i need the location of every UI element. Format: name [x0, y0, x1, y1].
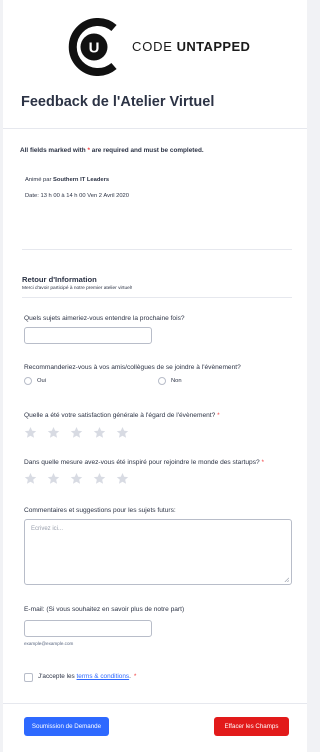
- satisfaction-label: Quelle a été votre satisfaction générale…: [24, 412, 220, 419]
- radio-button[interactable]: [24, 377, 32, 385]
- satisfaction-rating[interactable]: [24, 426, 129, 439]
- recommend-label: Recommanderiez-vous à vos amis/collègues…: [24, 364, 241, 371]
- header-divider: [3, 128, 307, 129]
- host-line: Animé par Southern IT Leaders: [25, 177, 110, 183]
- star-icon[interactable]: [93, 472, 106, 485]
- topics-label: Quels sujets aimeriez-vous entendre la p…: [24, 315, 185, 322]
- email-input[interactable]: [24, 620, 152, 637]
- star-icon[interactable]: [24, 472, 37, 485]
- logo-mark-icon: U: [68, 18, 117, 76]
- star-icon[interactable]: [47, 426, 60, 439]
- terms-checkbox[interactable]: [24, 673, 33, 682]
- clear-button[interactable]: Effacer les Champs: [214, 717, 289, 736]
- topics-input[interactable]: [24, 327, 152, 344]
- radio-button[interactable]: [158, 377, 166, 385]
- form-card: U CODE UNTAPPED Feedback de l'Atelier Vi…: [3, 0, 307, 752]
- star-icon[interactable]: [93, 426, 106, 439]
- radio-oui[interactable]: Oui: [24, 377, 46, 385]
- email-sublabel: example@example.com: [24, 641, 74, 646]
- svg-text:U: U: [89, 40, 100, 57]
- submit-button[interactable]: Soumission de Demande: [24, 717, 109, 736]
- comments-label: Commentaires et suggestions pour les suj…: [24, 507, 176, 514]
- star-icon[interactable]: [70, 426, 83, 439]
- star-icon[interactable]: [47, 472, 60, 485]
- resize-handle-icon[interactable]: [284, 577, 289, 582]
- section-divider: [22, 249, 292, 250]
- radio-non[interactable]: Non: [158, 377, 182, 385]
- inspired-label: Dans quelle mesure avez-vous été inspiré…: [24, 459, 265, 466]
- required-note: All fields marked with * are required an…: [20, 147, 204, 154]
- star-icon[interactable]: [24, 426, 37, 439]
- comments-placeholder: Ecrivez ici...: [31, 526, 64, 532]
- star-icon[interactable]: [116, 472, 129, 485]
- inspired-rating[interactable]: [24, 472, 129, 485]
- date-line: Date: 13 h 00 à 14 h 00 Ven 2 Avril 2020: [25, 193, 129, 199]
- page-title: Feedback de l'Atelier Virtuel: [21, 94, 215, 110]
- section-underline: [22, 297, 292, 298]
- footer-divider: [3, 703, 307, 704]
- logo-wordmark: CODE UNTAPPED: [132, 39, 251, 54]
- star-icon[interactable]: [70, 472, 83, 485]
- section-title: Retour d'Information: [22, 275, 97, 284]
- comments-textarea[interactable]: Ecrivez ici...: [24, 519, 292, 585]
- section-subtitle: Merci d'avoir participé à notre premier …: [22, 286, 133, 291]
- star-icon[interactable]: [116, 426, 129, 439]
- code-untapped-logo: U CODE UNTAPPED: [65, 18, 255, 76]
- terms-link[interactable]: terms & conditions: [77, 673, 130, 680]
- terms-label: J'accepte les terms & conditions. *: [38, 673, 137, 680]
- email-label: E-mail: (Si vous souhaitez en savoir plu…: [24, 606, 185, 613]
